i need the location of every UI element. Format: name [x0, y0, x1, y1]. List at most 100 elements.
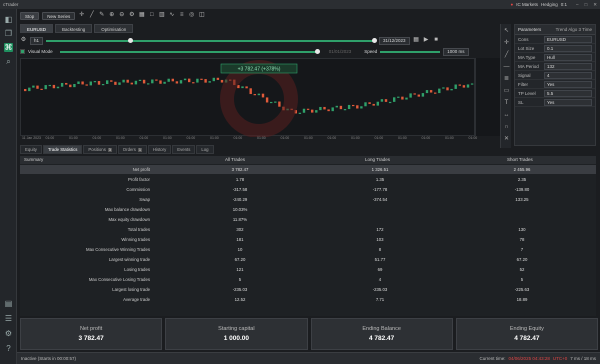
square-icon[interactable]: □ — [148, 12, 155, 19]
close-icon[interactable]: ✕ — [593, 2, 597, 8]
param-value[interactable]: EURUSD — [544, 35, 592, 43]
copy-icon[interactable]: ❐ — [4, 29, 13, 38]
settings-icon[interactable]: ⚙ — [128, 12, 135, 19]
param-value[interactable]: Yes — [544, 98, 592, 106]
cursor-icon[interactable]: ↖ — [503, 28, 510, 35]
tab-log[interactable]: Log — [196, 145, 214, 154]
stop-button[interactable]: Stop — [20, 11, 40, 20]
tab-backtesting[interactable]: Backtesting — [55, 24, 93, 33]
layers-icon[interactable]: ≡ — [178, 12, 185, 19]
date-range-slider[interactable] — [46, 37, 378, 43]
slider-knob-end[interactable] — [372, 37, 378, 43]
table-row[interactable]: Total trades 302 172 130 — [20, 225, 596, 234]
candle — [360, 106, 363, 109]
timeframe-select[interactable]: h1 — [30, 36, 44, 45]
table-row[interactable]: Losing trades 121 69 52 — [20, 265, 596, 274]
tab-positions[interactable]: Positions 3 — [83, 145, 117, 154]
crosshair-tool-icon[interactable]: ✛ — [503, 40, 510, 47]
col-long-trades[interactable]: Long Trades — [365, 157, 390, 162]
candle — [335, 105, 338, 108]
broker-name[interactable]: IC Markets — [516, 2, 538, 7]
table-row[interactable]: Swap -240.29 -374.54 133.25 — [20, 195, 596, 204]
progress-knob[interactable] — [314, 48, 320, 54]
end-date-field[interactable]: 31/12/2023 — [379, 36, 410, 45]
table-row[interactable]: Max Consecutive Winning Trades 10 8 7 — [20, 245, 596, 254]
price-axis[interactable] — [475, 58, 500, 136]
minimize-icon[interactable]: – — [576, 2, 579, 8]
timezone[interactable]: UTC+0 — [553, 356, 567, 361]
table-row[interactable]: Commission -317.58 -177.78 -139.80 — [20, 185, 596, 194]
trendline-icon[interactable]: ╱ — [503, 52, 510, 59]
price-chart[interactable]: +3 782.47 (+378%) — [20, 58, 476, 138]
crosshair-icon[interactable]: ✛ — [78, 12, 85, 19]
param-value[interactable]: 5.5 — [544, 89, 592, 97]
table-row[interactable]: Largest winning trade 67.20 51.77 67.20 — [20, 255, 596, 264]
camera-icon[interactable]: ◫ — [198, 12, 205, 19]
cell-short: 7 — [520, 247, 524, 252]
table-row[interactable]: Max balance drawdown 10.03% — [20, 205, 596, 214]
candle — [458, 84, 461, 86]
tab-symbol[interactable]: EURUSD — [20, 24, 54, 33]
tab-history[interactable]: History — [147, 145, 172, 154]
tab-optimisation[interactable]: Optimisation — [94, 24, 134, 33]
candlestick-chart[interactable]: +3 782.47 (+378%) — [21, 59, 476, 138]
grid-icon[interactable]: ▦ — [138, 12, 145, 19]
zoom-out-icon[interactable]: ⊖ — [118, 12, 125, 19]
magnet-icon[interactable]: ∩ — [503, 124, 510, 131]
speed-slider[interactable] — [380, 50, 441, 53]
play-icon[interactable]: ▶ — [423, 37, 430, 44]
calendar-icon[interactable]: ▦ — [413, 37, 420, 44]
layout-icon[interactable]: ▤ — [4, 299, 13, 308]
cell-all: -317.58 — [232, 187, 248, 192]
pencil-icon[interactable]: ✎ — [98, 12, 105, 19]
tab-orders[interactable]: Orders 1 — [117, 145, 147, 154]
line-icon[interactable]: ╱ — [88, 12, 95, 19]
table-row[interactable]: Max Consecutive Losing Trades 5 4 5 — [20, 275, 596, 284]
record-icon[interactable]: ◎ — [188, 12, 195, 19]
param-value[interactable]: Hull — [544, 53, 592, 61]
progress-slider[interactable] — [59, 48, 320, 54]
speed-value[interactable]: 1000 ms — [443, 47, 469, 56]
time-tick-label: 01:00 — [210, 136, 219, 140]
candle — [196, 78, 199, 83]
param-value[interactable]: 0.1 — [544, 44, 592, 52]
new-series-button[interactable]: New Series — [42, 11, 76, 20]
table-row[interactable]: Max equity drawdown 11.87% — [20, 215, 596, 224]
col-all-trades[interactable]: All Trades — [225, 157, 245, 162]
measure-icon[interactable]: ↔ — [503, 112, 510, 119]
bars-icon[interactable]: ▥ — [158, 12, 165, 19]
help-icon[interactable]: ? — [4, 344, 13, 353]
tab-equity[interactable]: Equity — [20, 145, 42, 154]
automate-icon[interactable]: ⌘ — [4, 43, 13, 52]
table-row[interactable]: Profit factor 1.78 1.35 2.35 — [20, 175, 596, 184]
table-row[interactable]: Net profit 3 782.47 1 326.51 2 455.96 — [20, 165, 596, 174]
shape-icon[interactable]: ▭ — [503, 88, 510, 95]
analyze-icon[interactable]: ⌕ — [4, 57, 13, 66]
candle — [48, 84, 51, 87]
backtest-settings: ⚙ h1 31/12/2023 ▦ ▶ ■ — [20, 36, 500, 45]
table-row[interactable]: Largest losing trade -235.03 -235.03 -225.6… — [20, 285, 596, 294]
chart-icon[interactable]: ◧ — [4, 15, 13, 24]
fib-icon[interactable]: ≣ — [503, 76, 510, 83]
summary-label: Net profit — [79, 326, 103, 332]
tab-events[interactable]: Events — [172, 145, 196, 154]
zoom-in-icon[interactable]: ⊕ — [108, 12, 115, 19]
col-short-trades[interactable]: Short Trades — [507, 157, 533, 162]
table-row[interactable]: Winning trades 181 103 78 — [20, 235, 596, 244]
indicator-icon[interactable]: ∿ — [168, 12, 175, 19]
gear-icon[interactable]: ⚙ — [20, 37, 27, 44]
trash-icon[interactable]: ✕ — [503, 136, 510, 143]
settings-icon[interactable]: ⚙ — [4, 329, 13, 338]
list-icon[interactable]: ☰ — [4, 314, 13, 323]
param-value[interactable]: 132 — [544, 62, 592, 70]
text-icon[interactable]: T — [503, 100, 510, 107]
visual-mode-checkbox[interactable] — [20, 49, 25, 54]
slider-knob-start[interactable] — [128, 37, 134, 43]
tab-trade-statistics[interactable]: Trade Statistics — [42, 145, 83, 154]
maximize-icon[interactable]: □ — [585, 2, 588, 8]
param-value[interactable]: Yes — [544, 80, 592, 88]
table-row[interactable]: Average trade 12.52 7.71 18.89 — [20, 295, 596, 304]
horizontal-line-icon[interactable]: ― — [503, 64, 510, 71]
stop-icon[interactable]: ■ — [433, 37, 440, 44]
param-value[interactable]: 4 — [544, 71, 592, 79]
